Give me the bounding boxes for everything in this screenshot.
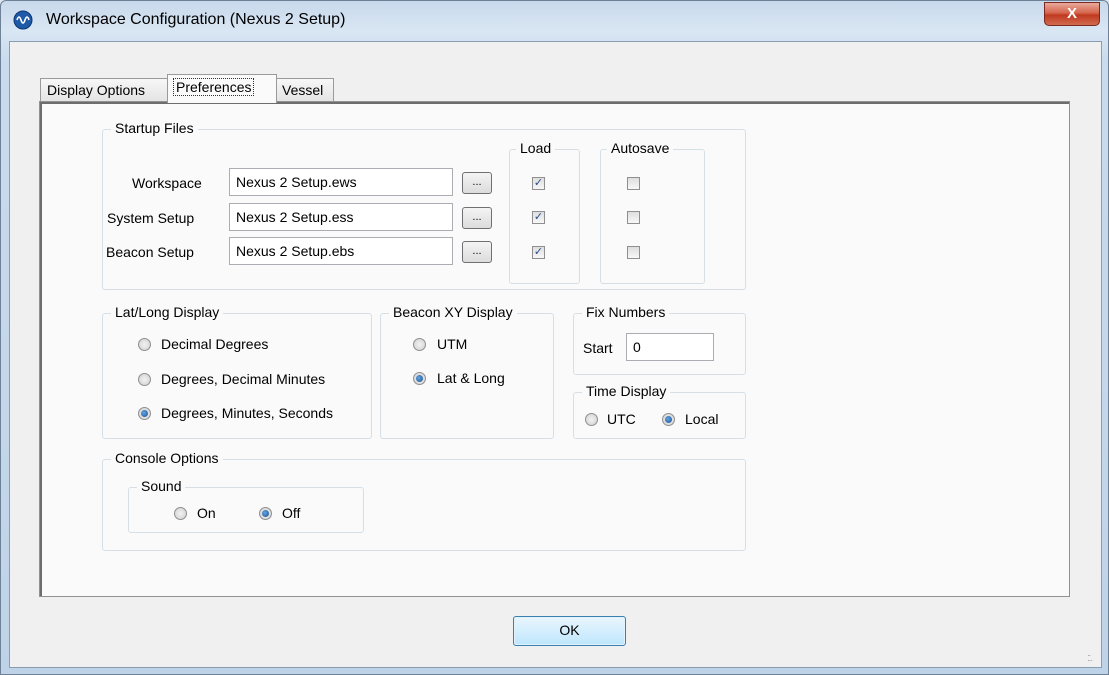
beacon-setup-label: Beacon Setup <box>106 244 194 260</box>
autosave-group: Autosave <box>600 140 705 284</box>
sound-on-radio[interactable] <box>174 507 187 520</box>
app-logo-icon <box>13 10 33 30</box>
startup-files-group: Startup Files Workspace Nexus 2 Setup.ew… <box>102 120 746 290</box>
degrees-decimal-minutes-label[interactable]: Degrees, Decimal Minutes <box>161 371 325 387</box>
workspace-file-input[interactable]: Nexus 2 Setup.ews <box>229 168 453 196</box>
autosave-label: Autosave <box>607 140 674 156</box>
preferences-panel: Startup Files Workspace Nexus 2 Setup.ew… <box>39 101 1070 597</box>
startup-files-label: Startup Files <box>111 120 198 136</box>
system-setup-autosave-checkbox[interactable] <box>627 211 640 224</box>
lat-long-radio[interactable] <box>413 372 426 385</box>
fix-numbers-label: Fix Numbers <box>582 304 670 320</box>
local-radio[interactable] <box>662 413 675 426</box>
window-title: Workspace Configuration (Nexus 2 Setup) <box>46 11 346 28</box>
decimal-degrees-radio[interactable] <box>138 338 151 351</box>
degrees-minutes-seconds-radio[interactable] <box>138 407 151 420</box>
start-label: Start <box>583 340 613 356</box>
tab-display-options[interactable]: Display Options <box>40 78 168 102</box>
time-display-group: Time Display UTC Local <box>573 383 746 439</box>
beacon-xy-display-label: Beacon XY Display <box>389 304 517 320</box>
beacon-setup-autosave-checkbox[interactable] <box>627 246 640 259</box>
utm-radio[interactable] <box>413 338 426 351</box>
system-setup-browse-button[interactable]: ... <box>462 207 492 229</box>
console-options-group: Console Options Sound On Off <box>102 450 746 551</box>
sound-group: Sound On Off <box>128 478 364 533</box>
resize-grip-icon[interactable]: ·· ··· <box>1087 652 1097 665</box>
workspace-label: Workspace <box>132 175 202 191</box>
degrees-minutes-seconds-label[interactable]: Degrees, Minutes, Seconds <box>161 405 333 421</box>
client-area: Display Options Preferences Vessel Start… <box>9 41 1102 668</box>
local-label[interactable]: Local <box>685 411 718 427</box>
workspace-load-checkbox[interactable]: ✓ <box>532 177 545 190</box>
lat-long-label[interactable]: Lat & Long <box>437 370 505 386</box>
utc-radio[interactable] <box>585 413 598 426</box>
sound-off-radio[interactable] <box>259 507 272 520</box>
latlong-display-label: Lat/Long Display <box>111 304 224 320</box>
beacon-setup-file-input[interactable]: Nexus 2 Setup.ebs <box>229 237 453 265</box>
latlong-display-group: Lat/Long Display Decimal Degrees Degrees… <box>102 304 372 439</box>
system-setup-label: System Setup <box>107 210 195 226</box>
dialog-window: Workspace Configuration (Nexus 2 Setup) … <box>0 0 1109 675</box>
time-display-label: Time Display <box>582 383 671 399</box>
utm-label[interactable]: UTM <box>437 336 467 352</box>
console-options-label: Console Options <box>111 450 223 466</box>
fix-start-input[interactable]: 0 <box>626 333 714 361</box>
workspace-browse-button[interactable]: ... <box>462 172 492 194</box>
fix-numbers-group: Fix Numbers Start 0 <box>573 304 746 375</box>
ok-button[interactable]: OK <box>513 616 626 646</box>
system-setup-file-input[interactable]: Nexus 2 Setup.ess <box>229 203 453 231</box>
load-label: Load <box>516 140 556 156</box>
sound-off-label[interactable]: Off <box>282 505 300 521</box>
sound-on-label[interactable]: On <box>197 505 216 521</box>
load-group: Load ✓ ✓ ✓ <box>509 140 580 284</box>
close-button[interactable]: X <box>1044 2 1100 26</box>
tab-vessel[interactable]: Vessel <box>275 78 334 102</box>
workspace-autosave-checkbox[interactable] <box>627 177 640 190</box>
decimal-degrees-label[interactable]: Decimal Degrees <box>161 336 268 352</box>
utc-label[interactable]: UTC <box>607 411 636 427</box>
degrees-decimal-minutes-radio[interactable] <box>138 373 151 386</box>
tab-preferences[interactable]: Preferences <box>167 74 277 103</box>
beacon-setup-load-checkbox[interactable]: ✓ <box>532 246 545 259</box>
system-setup-load-checkbox[interactable]: ✓ <box>532 211 545 224</box>
beacon-setup-browse-button[interactable]: ... <box>462 241 492 263</box>
title-bar[interactable]: Workspace Configuration (Nexus 2 Setup) … <box>1 1 1108 41</box>
beacon-xy-display-group: Beacon XY Display UTM Lat & Long <box>380 304 554 439</box>
sound-label: Sound <box>137 478 186 494</box>
